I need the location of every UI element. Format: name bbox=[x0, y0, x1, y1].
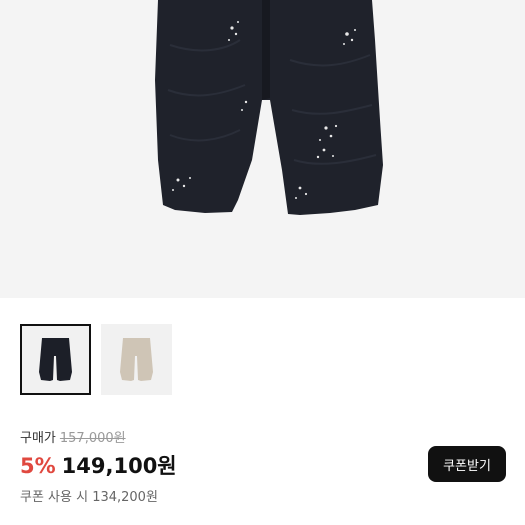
discount-rate: 5% bbox=[20, 454, 56, 478]
black-pants-thumbnail-icon bbox=[39, 338, 72, 381]
black-pants-photo bbox=[155, 0, 383, 215]
beige-pants-thumbnail-icon bbox=[120, 338, 153, 381]
original-price-row: 구매가 157,000원 bbox=[20, 426, 177, 446]
coupon-price-text: 쿠폰 사용 시 134,200원 bbox=[20, 490, 158, 505]
thumbnail-black[interactable] bbox=[20, 324, 91, 395]
image-thumbnails bbox=[20, 324, 172, 395]
sale-price-row: 5% 149,100원 bbox=[20, 450, 177, 480]
product-main-image bbox=[0, 0, 525, 298]
price-label: 구매가 bbox=[20, 430, 56, 446]
original-price: 157,000원 bbox=[59, 430, 126, 446]
thumbnail-beige[interactable] bbox=[101, 324, 172, 395]
get-coupon-button[interactable]: 쿠폰받기 bbox=[428, 446, 506, 482]
sale-price: 149,100원 bbox=[61, 454, 177, 478]
price-block: 구매가 157,000원 5% 149,100원 쿠폰 사용 시 134,200… bbox=[20, 426, 177, 506]
